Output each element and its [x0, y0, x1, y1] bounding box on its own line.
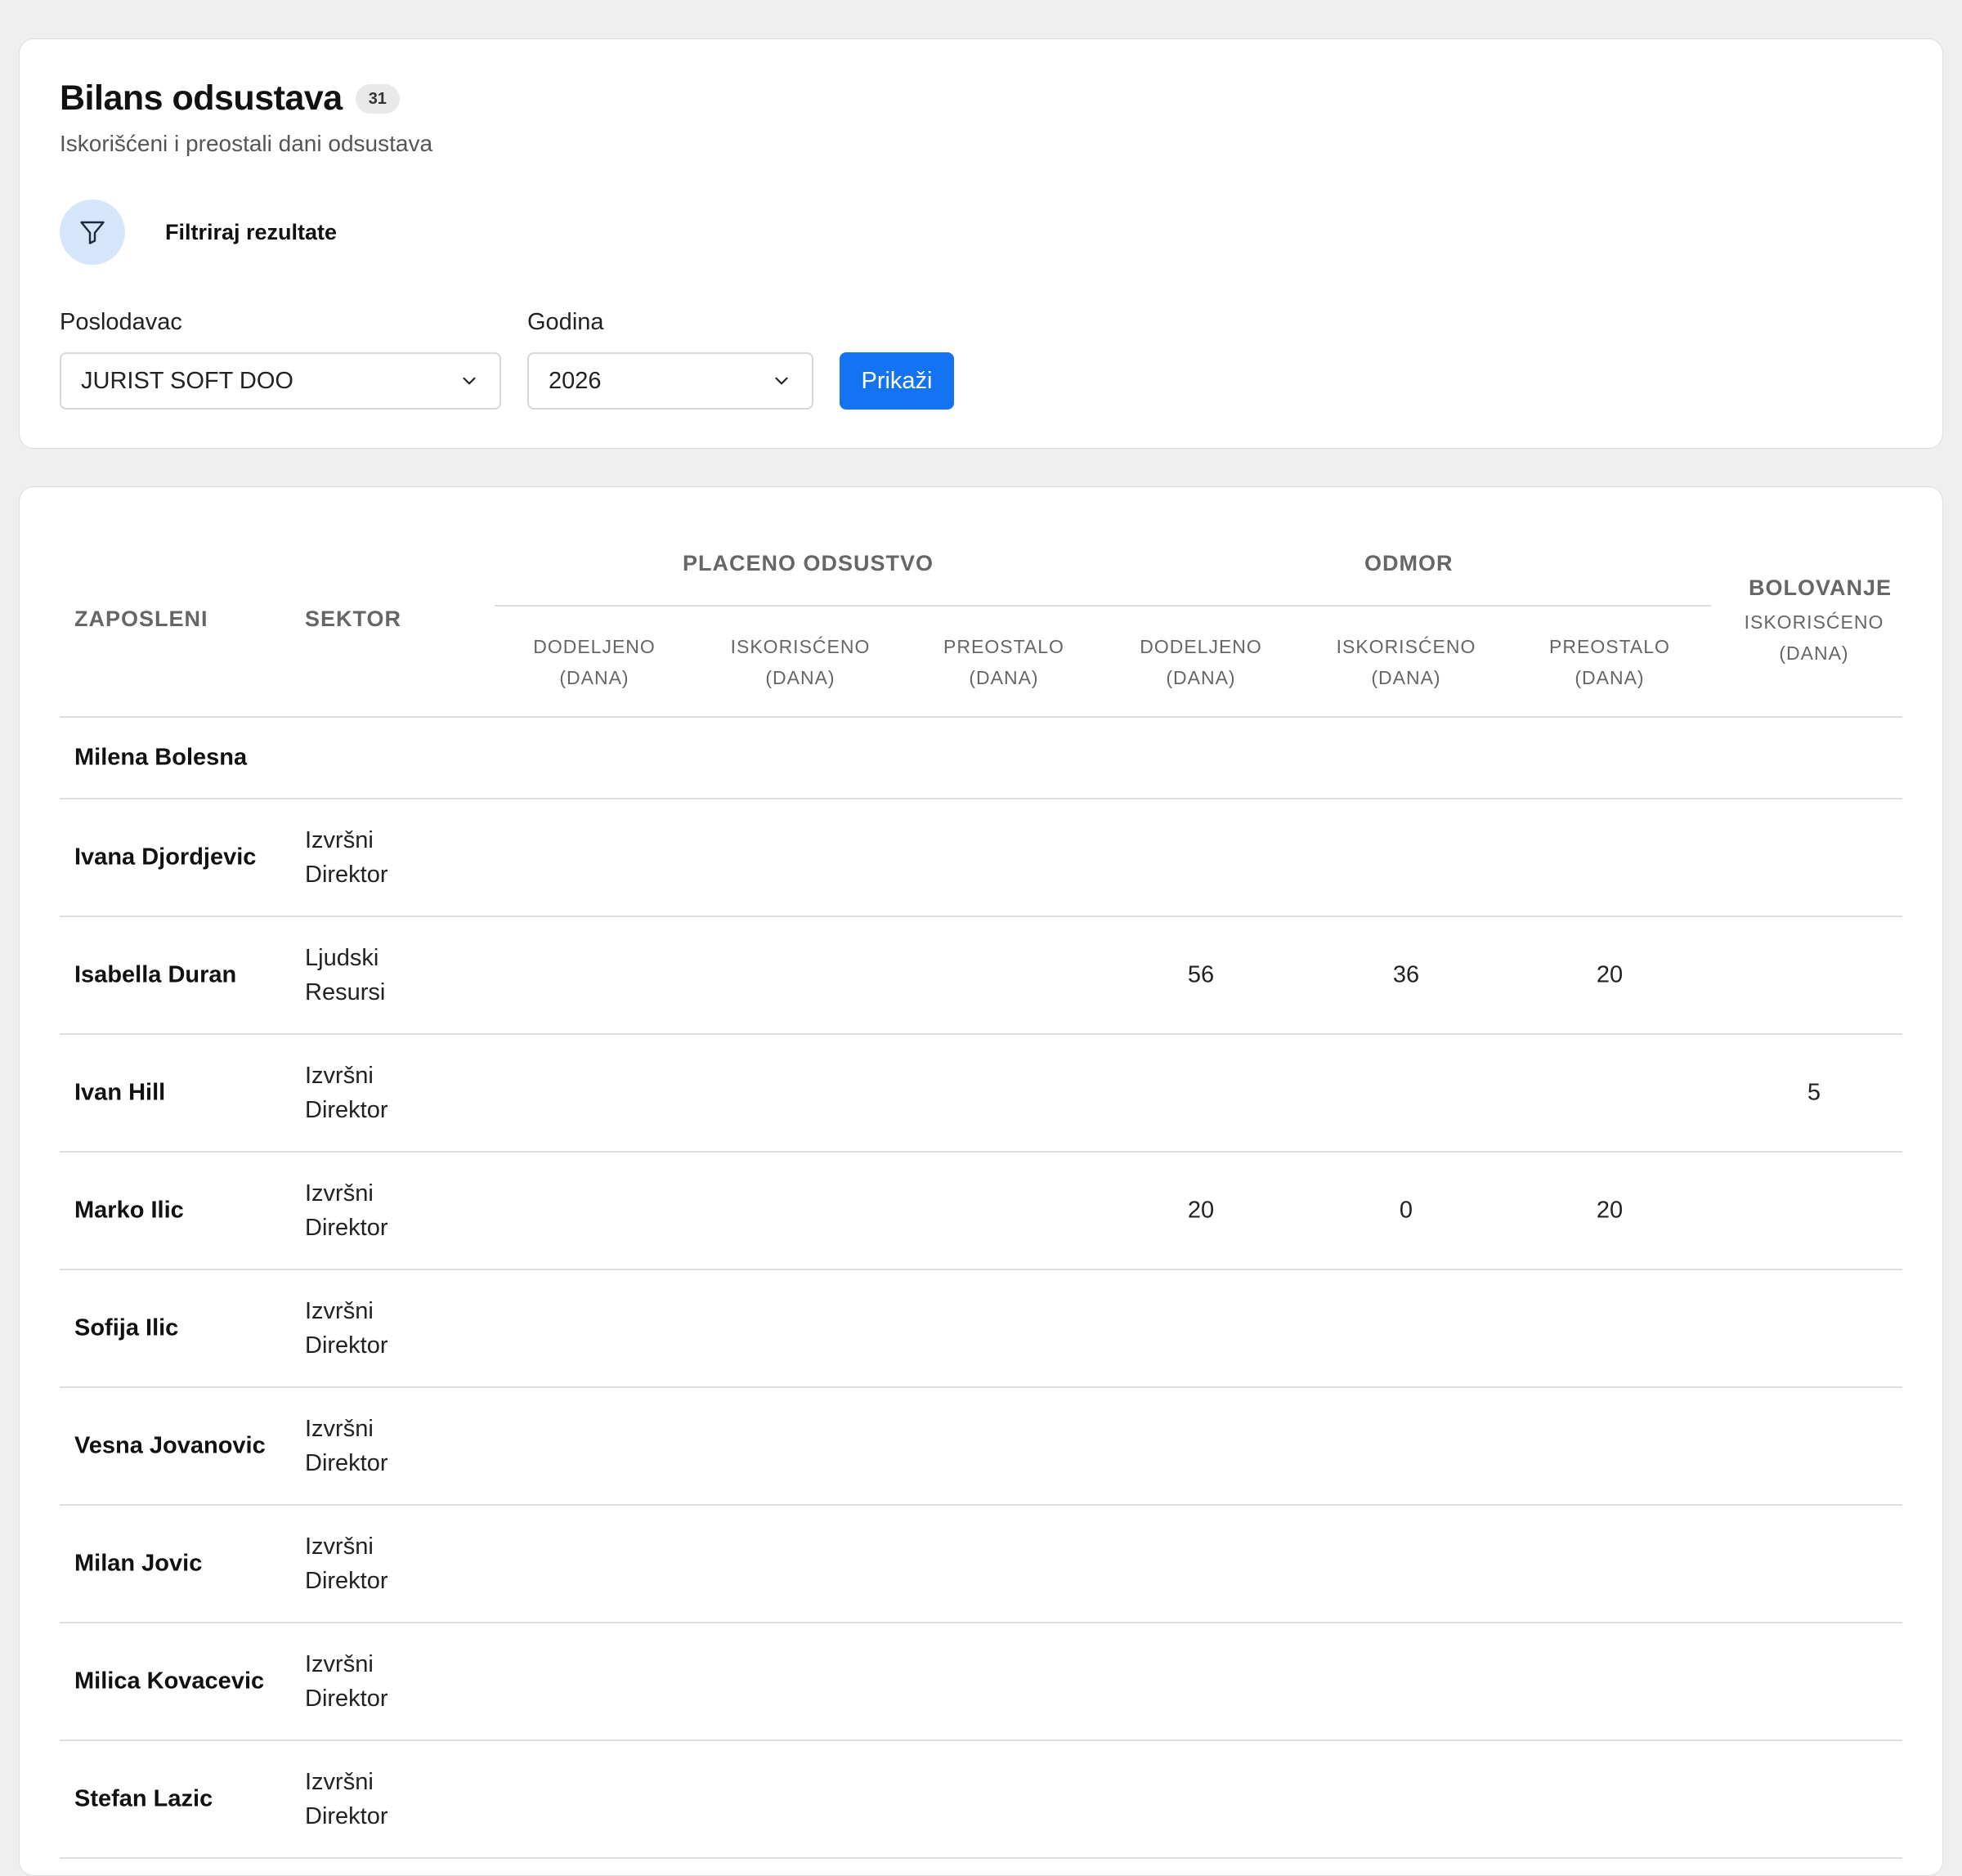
sub-header-paid-used: ISKORISĆENO (DANA) [730, 636, 871, 688]
group-header-divider [495, 605, 1711, 607]
employee-name: Isabella Duran [74, 961, 237, 988]
employee-sector: Izvršni Direktor [305, 1298, 388, 1359]
employee-sector: Izvršni Direktor [305, 1651, 388, 1712]
sub-header-vacation-remaining: PREOSTALO (DANA) [1549, 636, 1670, 688]
chevron-down-icon [463, 377, 476, 385]
year-select-value: 2026 [549, 367, 602, 394]
employee-sector: Izvršni Direktor [305, 1769, 388, 1829]
cell-vac-used: 0 [1399, 1197, 1413, 1224]
employer-select-value: JURIST SOFT DOO [81, 367, 293, 394]
count-badge: 31 [355, 83, 400, 114]
page-title: Bilans odsustava [60, 78, 343, 118]
group-header-paid-leave: PLACENO ODSUSTVO [683, 551, 934, 575]
employer-label: Poslodavac [60, 309, 182, 335]
employee-sector: Ljudski Resursi [305, 945, 386, 1005]
table-row[interactable]: Milena Bolesna [60, 718, 1902, 798]
table-row[interactable]: Ivana Djordjevic Izvršni Direktor [60, 799, 1902, 916]
employee-name: Sofija Ilic [74, 1314, 179, 1341]
col-header-sector: SEKTOR [305, 607, 402, 631]
filter-toggle[interactable]: Filtriraj rezultate [60, 199, 337, 265]
employee-name: Milan Jovic [74, 1550, 203, 1577]
table-row[interactable]: Isabella Duran Ljudski Resursi 56 36 20 [60, 917, 1902, 1033]
table-row[interactable]: Ivan Hill Izvršni Direktor 5 [60, 1035, 1902, 1151]
cell-sick-used: 5 [1807, 1079, 1821, 1106]
sub-header-sick-used: ISKORISĆENO (DANA) [1744, 611, 1884, 664]
year-select[interactable]: 2026 [527, 352, 813, 410]
employee-name: Vesna Jovanovic [74, 1432, 266, 1459]
table-row[interactable]: Sofija Ilic Izvršni Direktor [60, 1270, 1902, 1386]
cell-vac-rem: 20 [1596, 961, 1624, 988]
employee-name: Milica Kovacevic [74, 1668, 265, 1695]
sub-header-vacation-allocated: DODELJENO (DANA) [1140, 636, 1262, 688]
employee-sector: Izvršni Direktor [305, 1533, 388, 1594]
cell-vac-rem: 20 [1596, 1197, 1624, 1224]
sub-header-vacation-used: ISKORISĆENO (DANA) [1336, 636, 1476, 688]
row-divider [60, 1857, 1902, 1859]
chevron-down-icon [775, 377, 788, 385]
col-header-employee: ZAPOSLENI [74, 607, 208, 631]
employee-name: Ivan Hill [74, 1079, 166, 1106]
employee-sector: Izvršni Direktor [305, 1416, 388, 1476]
employee-name: Milena Bolesna [74, 744, 248, 771]
title-row: Bilans odsustava 31 [60, 78, 400, 119]
cell-vac-alloc: 56 [1187, 961, 1215, 988]
employee-name: Marko Ilic [74, 1197, 184, 1224]
employee-name: Stefan Lazic [74, 1785, 213, 1812]
group-header-sick-leave: BOLOVANJE [1749, 575, 1893, 600]
table-row[interactable]: Milica Kovacevic Izvršni Direktor [60, 1623, 1902, 1739]
filter-label: Filtriraj rezultate [165, 219, 338, 244]
cell-vac-used: 36 [1392, 961, 1420, 988]
filter-card: Bilans odsustava 31 Iskorišćeni i preost… [19, 38, 1943, 449]
employer-select[interactable]: JURIST SOFT DOO [60, 352, 501, 410]
table-row[interactable]: Marko Ilic Izvršni Direktor 20 0 20 [60, 1153, 1902, 1269]
table-row[interactable]: Stefan Lazic Izvršni Direktor [60, 1741, 1902, 1857]
employee-sector: Izvršni Direktor [305, 1063, 388, 1123]
sub-header-paid-allocated: DODELJENO (DANA) [533, 636, 656, 688]
filter-icon [60, 199, 125, 265]
table-row[interactable]: Milan Jovic Izvršni Direktor [60, 1506, 1902, 1622]
sub-header-paid-remaining: PREOSTALO (DANA) [943, 636, 1064, 688]
show-button[interactable]: Prikaži [840, 352, 954, 410]
employee-sector: Izvršni Direktor [305, 827, 388, 888]
year-label: Godina [527, 309, 604, 335]
table-row[interactable]: Vesna Jovanovic Izvršni Direktor [60, 1388, 1902, 1504]
table-card: ZAPOSLENI SEKTOR PLACENO ODSUSTVO ODMOR … [19, 486, 1943, 1876]
group-header-vacation: ODMOR [1364, 551, 1454, 575]
page-subtitle: Iskorišćeni i preostali dani odsustava [60, 131, 433, 156]
employee-sector: Izvršni Direktor [305, 1180, 388, 1241]
cell-vac-alloc: 20 [1187, 1197, 1215, 1224]
employee-name: Ivana Djordjevic [74, 844, 257, 871]
